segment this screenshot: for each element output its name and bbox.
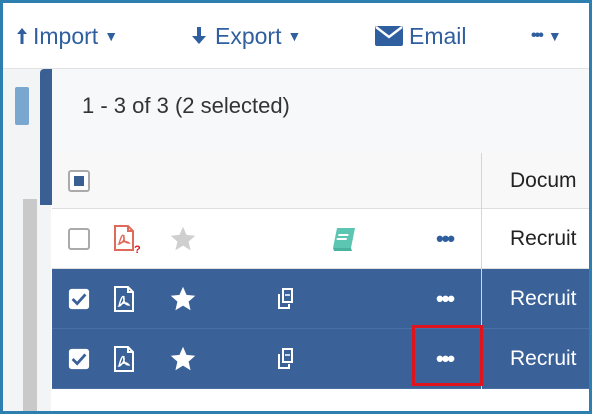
more-actions-button[interactable]: ••• ▼	[531, 21, 562, 51]
select-all-checkbox[interactable]	[68, 169, 90, 192]
arrow-down-icon	[189, 26, 209, 46]
star-icon[interactable]	[168, 209, 198, 268]
document-name[interactable]: Recruit	[510, 227, 577, 251]
table-row-selected[interactable]: ••• Recruit	[52, 269, 589, 329]
chevron-down-icon: ▼	[287, 28, 302, 44]
email-button[interactable]: Email	[375, 21, 467, 51]
envelope-icon	[375, 26, 403, 46]
table-row-selected[interactable]: ••• Recruit	[52, 329, 589, 389]
star-icon[interactable]	[168, 329, 198, 388]
toolbar: Import ▼ Export ▼ Email ••• ▼	[3, 3, 589, 69]
pdf-icon	[112, 269, 136, 328]
svg-text:?: ?	[134, 244, 141, 254]
table-header: Docum	[52, 153, 589, 209]
chevron-down-icon: ▼	[547, 28, 562, 44]
column-divider	[481, 153, 482, 389]
star-icon[interactable]	[168, 269, 198, 328]
document-name[interactable]: Recruit	[510, 287, 577, 311]
export-button[interactable]: Export ▼	[189, 21, 301, 51]
row-checkbox[interactable]	[68, 227, 90, 250]
partial-selection-indicator	[74, 175, 84, 186]
count-bar: 1 - 3 of 3 (2 selected)	[52, 69, 589, 153]
import-button[interactable]: Import ▼	[17, 21, 118, 51]
export-label: Export	[215, 22, 282, 49]
document-name[interactable]: Recruit	[510, 347, 577, 371]
pdf-missing-icon: ?	[112, 209, 144, 268]
email-label: Email	[409, 22, 467, 49]
pdf-icon	[112, 329, 136, 388]
document-list: 1 - 3 of 3 (2 selected) Docum ? ••• Recr…	[52, 69, 589, 411]
rail-scrollbar[interactable]	[23, 199, 37, 411]
selection-count: 1 - 3 of 3 (2 selected)	[82, 93, 290, 118]
copy-icon[interactable]	[276, 329, 298, 388]
rail-tab[interactable]	[15, 87, 29, 125]
arrow-up-icon	[17, 28, 27, 44]
table-row[interactable]: ? ••• Recruit	[52, 209, 589, 269]
row-checkbox-checked[interactable]	[68, 348, 90, 370]
import-label: Import	[33, 22, 99, 49]
chevron-down-icon: ▼	[104, 28, 119, 44]
column-header-document[interactable]: Docum	[510, 169, 577, 193]
row-checkbox-checked[interactable]	[68, 288, 90, 310]
book-icon[interactable]	[330, 209, 358, 268]
row-more-button[interactable]: •••	[436, 287, 455, 310]
more-actions-label: •••	[531, 27, 544, 44]
app-frame: Import ▼ Export ▼ Email ••• ▼ 1 - 3 of 3…	[0, 0, 592, 414]
rail-accent-bar	[40, 69, 52, 205]
row-more-button[interactable]: •••	[436, 227, 455, 250]
copy-icon[interactable]	[276, 269, 298, 328]
row-more-button[interactable]: •••	[436, 347, 455, 370]
